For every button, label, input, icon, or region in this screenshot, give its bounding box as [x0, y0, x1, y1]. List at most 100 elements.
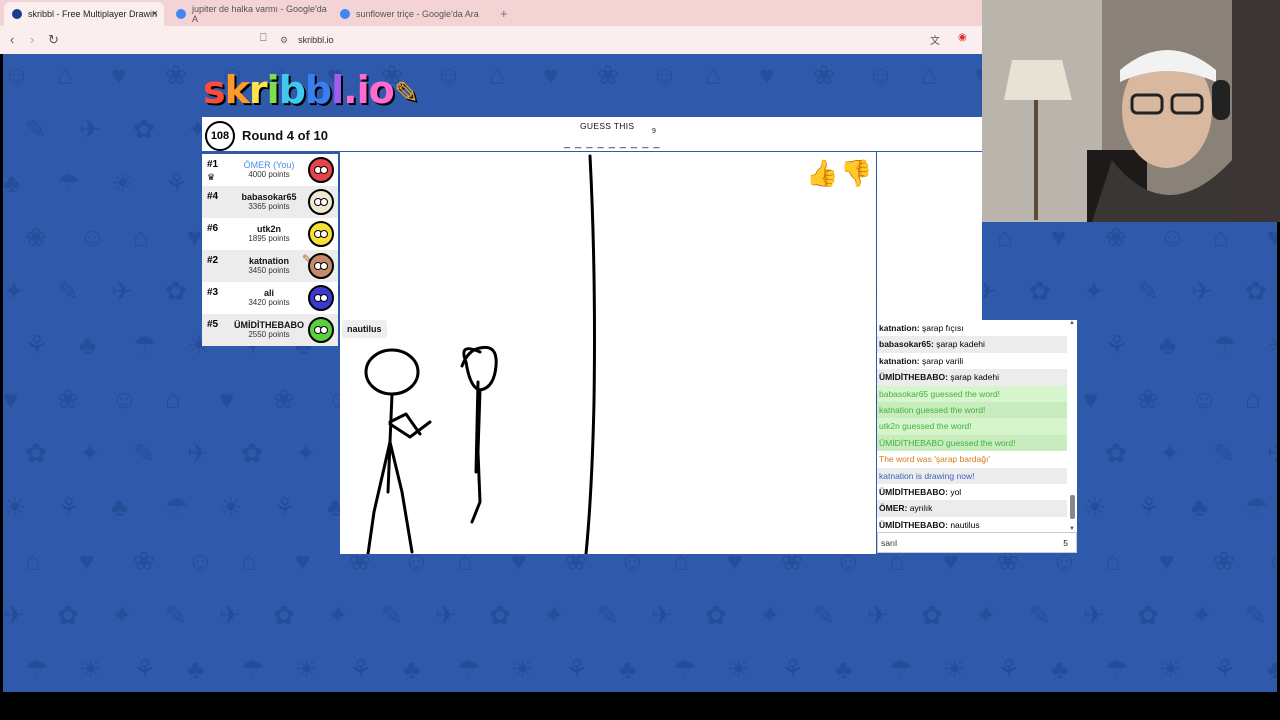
chat-author: ÜMİDİTHEBABO: [879, 372, 948, 383]
doodle-icon: ☺ [1191, 384, 1218, 414]
tab-google-sunflower[interactable]: sunflower triçe - Google'da Ara [332, 2, 492, 26]
doodle-icon: ☀ [943, 654, 967, 684]
doodle-icon: ✎ [133, 438, 155, 468]
skribbl-favicon-icon [12, 9, 22, 19]
player-rank: #5 [207, 319, 219, 330]
chat-message: The word was 'şarap bardağı' [877, 451, 1067, 467]
player-row[interactable]: #2 katnation 3450 points ✎ [202, 250, 338, 282]
doodle-icon: ☀ [79, 654, 103, 684]
doodle-icon: ⌂ [25, 546, 41, 576]
google-favicon-icon [340, 9, 350, 19]
doodle-icon: ☺ [79, 222, 106, 252]
doodle-icon: ☺ [1159, 222, 1186, 252]
chat-author: ÜMİDİTHEBABO: [879, 519, 948, 530]
doodle-icon: ✿ [489, 600, 511, 630]
doodle-icon: ♥ [1051, 222, 1067, 252]
tab-title: sunflower triçe - Google'da Ara [356, 9, 479, 19]
doodle-icon: ⚘ [133, 654, 157, 684]
doodle-icon: ⚘ [165, 168, 189, 198]
doodle-icon: ☺ [3, 60, 30, 90]
doodle-icon: ⚘ [997, 654, 1021, 684]
doodle-icon: ♥ [111, 60, 127, 90]
player-row[interactable]: #3 ali 3420 points [202, 282, 338, 314]
player-name: babasokar65 [241, 192, 297, 202]
tab-google-jupiter[interactable]: jupiter de halka varmı - Google'da A [168, 2, 328, 26]
reload-button[interactable]: ↻ [48, 32, 59, 48]
player-row[interactable]: #1 ♛ ÖMER (You) 4000 points [202, 154, 338, 186]
chat-message: babasokar65 guessed the word! [877, 385, 1067, 402]
doodle-icon: ✦ [543, 600, 565, 630]
doodle-icon: ♣ [111, 492, 129, 522]
doodle-icon: ✈ [187, 438, 209, 468]
doodle-icon: ☺ [867, 60, 894, 90]
doodle-icon: ☀ [1159, 654, 1183, 684]
doodle-icon: ⌂ [921, 60, 937, 90]
player-points: 2550 points [248, 330, 290, 339]
forward-button[interactable]: › [30, 32, 34, 47]
chat-message: babasokar65: şarap kadehi [877, 336, 1067, 353]
doodle-icon: ♣ [619, 654, 637, 684]
doodle-icon: ✦ [1083, 276, 1105, 306]
drawing-strokes [364, 154, 596, 554]
chat-message: katnation: şarap varili [877, 353, 1067, 369]
char-count: 5 [1063, 538, 1068, 548]
tab-skribbl[interactable]: skribbl - Free Multiplayer Drawin × [4, 2, 164, 26]
doodle-icon: ☂ [673, 654, 697, 684]
doodle-icon: ✿ [165, 276, 187, 306]
scroll-thumb[interactable] [1070, 495, 1075, 519]
doodle-icon: ☺ [111, 384, 138, 414]
doodle-icon: ♥ [187, 222, 203, 252]
chat-scrollbar[interactable]: ▲ ▼ [1069, 320, 1075, 532]
doodle-icon: ☀ [3, 492, 27, 522]
doodle-icon: ⌂ [133, 222, 149, 252]
back-button[interactable]: ‹ [10, 32, 14, 47]
player-name: utk2n [256, 224, 281, 234]
doodle-icon: ☂ [1105, 654, 1129, 684]
doodle-icon: ♥ [295, 546, 311, 576]
doodle-icon: ✈ [1083, 600, 1105, 630]
doodle-icon: ♥ [219, 384, 235, 414]
doodle-icon: ☂ [165, 492, 189, 522]
address-bar[interactable]: ⚙ skribbl.io [280, 30, 960, 50]
chat-message: ÖMER: ayrılık [877, 500, 1067, 517]
player-avatar-icon [308, 221, 334, 247]
doodle-icon: ❀ [1105, 222, 1127, 252]
chat-messages[interactable]: katnation: şarap fıçısı babasokar65: şara… [877, 320, 1077, 532]
doodle-icon: ✿ [1245, 276, 1267, 306]
new-tab-button[interactable]: + [500, 6, 508, 21]
thumbs-up-icon[interactable]: 👍 [806, 158, 838, 189]
tab-title: skribbl - Free Multiplayer Drawin [28, 9, 158, 19]
player-list: #1 ♛ ÖMER (You) 4000 points #4 babasokar… [202, 154, 338, 346]
bookmark-icon[interactable]: ⎕ [260, 32, 267, 45]
thumbs-down-icon[interactable]: 👎 [840, 158, 872, 189]
extension-icon[interactable]: ◉ [958, 32, 967, 43]
player-row[interactable]: #4 babasokar65 3365 points [202, 186, 338, 218]
game-header: 108 Round 4 of 10 GUESS THIS 9 _ _ _ _ _… [202, 117, 982, 151]
doodle-icon: ♣ [187, 654, 205, 684]
scroll-up-icon[interactable]: ▲ [1069, 320, 1075, 326]
logo-letter: i [356, 68, 370, 112]
chat-input-box[interactable]: 5 [877, 532, 1077, 553]
logo-letter: l [331, 68, 344, 112]
chat-message: ÜMİDİTHEBABO: şarap kadehi [877, 369, 1067, 386]
doodle-icon: ✦ [1159, 438, 1181, 468]
doodle-icon: ☀ [219, 492, 243, 522]
logo-letter: b [304, 68, 332, 112]
translate-icon[interactable]: 文 [930, 32, 940, 47]
drawing-canvas[interactable]: 👍 👎 [340, 152, 876, 554]
doodle-icon: ✿ [1105, 438, 1127, 468]
player-row[interactable]: #5 ÜMİDİTHEBABO 2550 points [202, 314, 338, 346]
guess-this-label: GUESS THIS [580, 121, 635, 131]
chat-text: şarap varili [922, 355, 964, 366]
doodle-icon: ⌂ [165, 384, 181, 414]
site-info-icon[interactable]: ⚙ [280, 35, 288, 46]
doodle-icon: ⌂ [705, 60, 721, 90]
doodle-icon: ⌂ [997, 222, 1013, 252]
chat-text: utk2n guessed the word! [879, 421, 972, 432]
player-row[interactable]: #6 utk2n 1895 points [202, 218, 338, 250]
close-tab-icon[interactable]: × [152, 8, 158, 20]
doodle-icon: ☂ [133, 330, 157, 360]
doodle-icon: ⚘ [1105, 330, 1129, 360]
chat-message: ÜMİDİTHEBABO: yol [877, 484, 1067, 500]
guess-input[interactable] [881, 536, 1051, 550]
